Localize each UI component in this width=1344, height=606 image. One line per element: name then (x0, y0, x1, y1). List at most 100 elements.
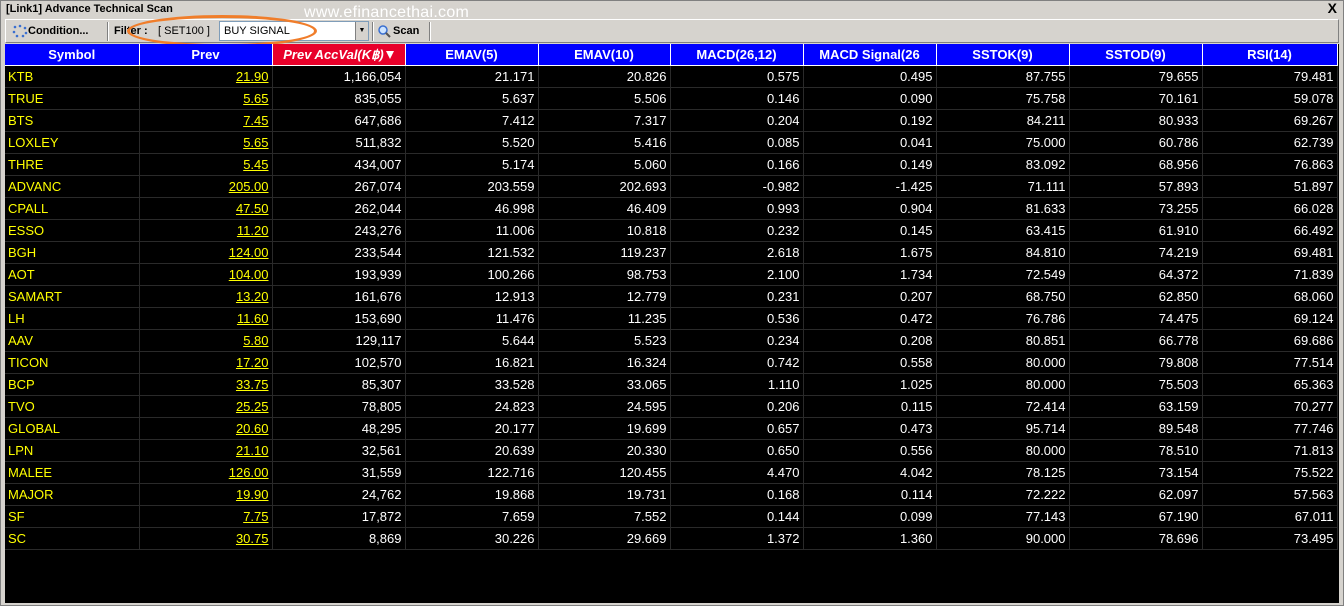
cell-emav10: 120.455 (538, 461, 671, 484)
cell-emav10: 20.826 (538, 65, 671, 88)
cell-macd-signal: 0.558 (803, 351, 937, 374)
table-row[interactable]: GLOBAL 20.60 48,295 20.177 19.699 0.657 0.473 9… (5, 417, 1338, 440)
cell-prev[interactable]: 21.10 (139, 439, 273, 462)
cell-emav10: 119.237 (538, 241, 671, 264)
settings-dots-icon (12, 24, 28, 38)
table-row[interactable]: BCP 33.75 85,307 33.528 33.065 1.110 1.025 80.0… (5, 373, 1338, 396)
cell-prev[interactable]: 5.65 (139, 131, 273, 154)
table-row[interactable]: LPN 21.10 32,561 20.639 20.330 0.650 0.556 80.0… (5, 439, 1338, 462)
cell-prev[interactable]: 5.80 (139, 329, 273, 352)
cell-emav10: 19.699 (538, 417, 671, 440)
cell-macd: 1.372 (670, 527, 804, 550)
cell-rsi: 77.746 (1202, 417, 1338, 440)
cell-prev-accval: 267,074 (272, 175, 406, 198)
scan-window: [Link1] Advance Technical Scan www.efina… (0, 0, 1344, 606)
results-grid[interactable]: Symbol Prev Prev AccVal(K฿) EMAV(5) EMAV… (5, 44, 1339, 603)
cell-prev[interactable]: 17.20 (139, 351, 273, 374)
table-row[interactable]: SC 30.75 8,869 30.226 29.669 1.372 1.360 90.000… (5, 527, 1338, 550)
table-row[interactable]: MAJOR 19.90 24,762 19.868 19.731 0.168 0.114 72… (5, 483, 1338, 506)
cell-prev-accval: 233,544 (272, 241, 406, 264)
cell-emav5: 16.821 (405, 351, 539, 374)
cell-prev[interactable]: 25.25 (139, 395, 273, 418)
table-row[interactable]: LH 11.60 153,690 11.476 11.235 0.536 0.472 76.7… (5, 307, 1338, 330)
cell-prev[interactable]: 11.20 (139, 219, 273, 242)
cell-emav5: 20.639 (405, 439, 539, 462)
cell-sstod: 74.219 (1069, 241, 1203, 264)
chevron-down-icon[interactable]: ▼ (355, 22, 368, 40)
cell-prev[interactable]: 7.75 (139, 505, 273, 528)
col-header-emav10[interactable]: EMAV(10) (538, 44, 671, 66)
cell-prev[interactable]: 30.75 (139, 527, 273, 550)
cell-emav5: 5.637 (405, 87, 539, 110)
cell-prev[interactable]: 11.60 (139, 307, 273, 330)
scan-button[interactable]: Scan (377, 22, 419, 41)
results-body: KTB 21.90 1,166,054 21.171 20.826 0.575 0.495 8… (5, 65, 1338, 550)
cell-sstok: 80.000 (936, 351, 1070, 374)
table-row[interactable]: BGH 124.00 233,544 121.532 119.237 2.618 1.675… (5, 241, 1338, 264)
cell-prev[interactable]: 20.60 (139, 417, 273, 440)
col-header-sstok[interactable]: SSTOK(9) (936, 44, 1070, 66)
cell-prev[interactable]: 126.00 (139, 461, 273, 484)
table-row[interactable]: TICON 17.20 102,570 16.821 16.324 0.742 0.558 8… (5, 351, 1338, 374)
table-row[interactable]: TRUE 5.65 835,055 5.637 5.506 0.146 0.090 75.75… (5, 87, 1338, 110)
col-header-emav5[interactable]: EMAV(5) (405, 44, 539, 66)
cell-macd-signal: 0.114 (803, 483, 937, 506)
cell-macd-signal: 0.207 (803, 285, 937, 308)
cell-macd: 2.618 (670, 241, 804, 264)
cell-sstod: 62.097 (1069, 483, 1203, 506)
col-header-label: RSI(14) (1247, 47, 1292, 62)
cell-prev-accval: 32,561 (272, 439, 406, 462)
col-header-rsi[interactable]: RSI(14) (1202, 44, 1338, 66)
table-row[interactable]: KTB 21.90 1,166,054 21.171 20.826 0.575 0.495 8… (5, 65, 1338, 88)
cell-macd: 0.146 (670, 87, 804, 110)
table-row[interactable]: BTS 7.45 647,686 7.412 7.317 0.204 0.192 84.211… (5, 109, 1338, 132)
cell-macd: 0.232 (670, 219, 804, 242)
col-header-sstod[interactable]: SSTOD(9) (1069, 44, 1203, 66)
cell-prev[interactable]: 124.00 (139, 241, 273, 264)
cell-prev[interactable]: 205.00 (139, 175, 273, 198)
condition-button[interactable]: Condition... (12, 22, 88, 41)
cell-rsi: 67.011 (1202, 505, 1338, 528)
table-row[interactable]: ADVANC 205.00 267,074 203.559 202.693 -0.982-… (5, 175, 1338, 198)
cell-symbol: LH (5, 307, 140, 330)
col-header-macd-signal[interactable]: MACD Signal(26 (803, 44, 937, 66)
col-header-macd[interactable]: MACD(26,12) (670, 44, 804, 66)
table-row[interactable]: SF 7.75 17,872 7.659 7.552 0.144 0.099 77.143 67… (5, 505, 1338, 528)
cell-sstok: 75.758 (936, 87, 1070, 110)
cell-sstok: 83.092 (936, 153, 1070, 176)
cell-macd-signal: 0.208 (803, 329, 937, 352)
cell-emav5: 30.226 (405, 527, 539, 550)
cell-prev[interactable]: 19.90 (139, 483, 273, 506)
table-row[interactable]: AAV 5.80 129,117 5.644 5.523 0.234 0.208 80.851… (5, 329, 1338, 352)
cell-prev[interactable]: 104.00 (139, 263, 273, 286)
cell-prev[interactable]: 5.65 (139, 87, 273, 110)
col-header-prev-accval[interactable]: Prev AccVal(K฿) (272, 44, 406, 66)
table-row[interactable]: SAMART 13.20 161,676 12.913 12.779 0.231 0.207… (5, 285, 1338, 308)
table-row[interactable]: THRE 5.45 434,007 5.174 5.060 0.166 0.149 83.09… (5, 153, 1338, 176)
cell-prev[interactable]: 7.45 (139, 109, 273, 132)
cell-symbol: BTS (5, 109, 140, 132)
cell-prev[interactable]: 13.20 (139, 285, 273, 308)
cell-emav10: 98.753 (538, 263, 671, 286)
cell-prev[interactable]: 5.45 (139, 153, 273, 176)
table-row[interactable]: LOXLEY 5.65 511,832 5.520 5.416 0.085 0.041 75.… (5, 131, 1338, 154)
cell-prev[interactable]: 21.90 (139, 65, 273, 88)
table-row[interactable]: CPALL 47.50 262,044 46.998 46.409 0.993 0.904 8… (5, 197, 1338, 220)
cell-sstok: 87.755 (936, 65, 1070, 88)
cell-rsi: 71.839 (1202, 263, 1338, 286)
cell-emav5: 20.177 (405, 417, 539, 440)
cell-prev[interactable]: 47.50 (139, 197, 273, 220)
cell-macd: 0.993 (670, 197, 804, 220)
cell-prev-accval: 31,559 (272, 461, 406, 484)
cell-prev[interactable]: 33.75 (139, 373, 273, 396)
col-header-symbol[interactable]: Symbol (5, 44, 140, 66)
table-row[interactable]: ESSO 11.20 243,276 11.006 10.818 0.232 0.145 63… (5, 219, 1338, 242)
col-header-prev[interactable]: Prev (139, 44, 273, 66)
table-row[interactable]: MALEE 126.00 31,559 122.716 120.455 4.470 4.04… (5, 461, 1338, 484)
table-row[interactable]: TVO 25.25 78,805 24.823 24.595 0.206 0.115 72.4… (5, 395, 1338, 418)
cell-emav10: 202.693 (538, 175, 671, 198)
table-row[interactable]: AOT 104.00 193,939 100.266 98.753 2.100 1.734 7… (5, 263, 1338, 286)
cell-macd-signal: 0.904 (803, 197, 937, 220)
close-button[interactable]: X (1328, 1, 1337, 16)
col-header-label: Prev (191, 47, 220, 62)
